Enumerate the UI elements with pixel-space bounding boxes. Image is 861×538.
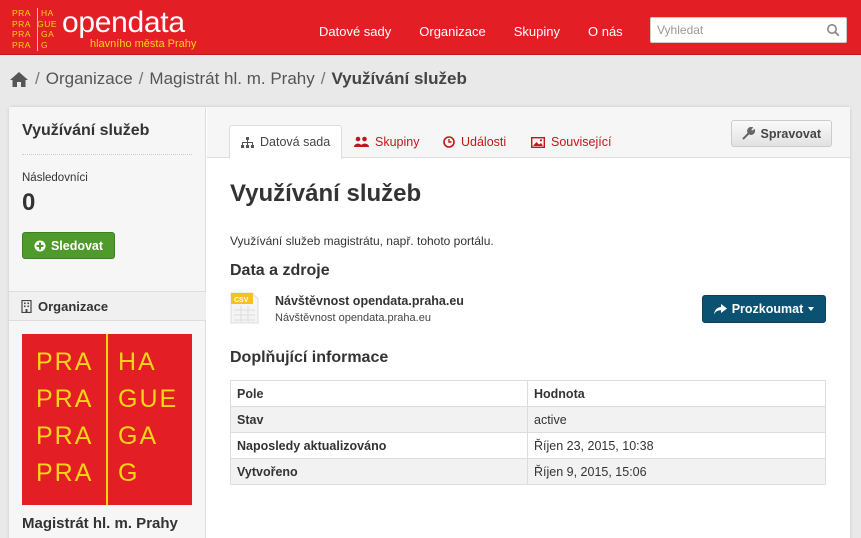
additional-info-heading: Doplňující informace (230, 349, 389, 366)
logo-row: PRA GA (12, 29, 55, 39)
search-box (650, 17, 847, 43)
follow-button[interactable]: Sledovat (22, 232, 115, 259)
site-logo-subtitle: hlavního města Prahy (90, 38, 197, 50)
nav-groups[interactable]: Skupiny (514, 24, 560, 39)
main-panel: Využívání služeb Následovníci 0 Sledovat… (9, 107, 850, 538)
csv-file-icon: CSV (230, 292, 259, 324)
organization-section-label: Organizace (38, 298, 109, 314)
site-logo-text[interactable]: opendata (62, 6, 185, 40)
followers-label: Následovníci (22, 172, 88, 184)
nav-organizations[interactable]: Organizace (419, 24, 485, 39)
plus-circle-icon (34, 240, 46, 251)
tab-label: Související (551, 135, 612, 149)
tab-dataset[interactable]: Datová sada (229, 125, 343, 159)
svg-text:CSV: CSV (234, 297, 249, 304)
wrench-icon (741, 127, 755, 140)
nav-about[interactable]: O nás (588, 24, 623, 39)
dataset-title: Využívání služeb (230, 180, 422, 207)
tab-bar: Datová sada Skupiny Události Související… (207, 107, 850, 159)
table-cell-key: Stav (230, 406, 528, 433)
logo-divider (37, 8, 38, 51)
organization-logo[interactable]: PRA HA PRA GUE PRA GA PRA G (22, 334, 192, 505)
sidebar: Využívání služeb Následovníci 0 Sledovat… (9, 107, 206, 538)
tab-events[interactable]: Události (432, 125, 517, 159)
table-row: Stav active (230, 406, 826, 433)
dataset-content: Využívání služeb Využívání služeb magist… (230, 180, 830, 485)
home-icon[interactable] (9, 71, 29, 88)
explore-button[interactable]: Prozkoumat (702, 295, 826, 323)
breadcrumb-separator: / (320, 69, 326, 88)
table-cell-value: Říjen 23, 2015, 10:38 (527, 432, 826, 459)
org-logo-text: PRA HA PRA GUE PRA GA PRA G (36, 348, 179, 487)
table-row: Vytvořeno Říjen 9, 2015, 15:06 (230, 458, 826, 485)
nav-datasets[interactable]: Datové sady (319, 24, 391, 39)
breadcrumb: / Organizace / Magistrát hl. m. Prahy / … (9, 69, 467, 89)
tab-label: Skupiny (375, 135, 420, 149)
table-row: Naposledy aktualizováno Říjen 23, 2015, … (230, 432, 826, 459)
breadcrumb-separator: / (35, 69, 40, 88)
logo-row: PRA HA (12, 8, 54, 18)
picture-icon (531, 136, 545, 148)
table-header: Pole (230, 380, 528, 407)
resource-item: CSV Návštěvnost opendata.praha.eu Návště… (230, 292, 830, 332)
table-header: Hodnota (527, 380, 826, 407)
table-cell-key: Vytvořeno (230, 458, 528, 485)
main-nav: Datové sady Organizace Skupiny O nás (319, 24, 651, 39)
praha-logo-mark[interactable]: PRA HA PRA GUE PRA GA PRA G (12, 8, 57, 52)
tab-related[interactable]: Související (520, 125, 622, 159)
breadcrumb-current[interactable]: Využívání služeb (331, 69, 466, 89)
breadcrumb-organization[interactable]: Magistrát hl. m. Prahy (149, 69, 314, 89)
additional-info-table: Pole Hodnota Stav active Naposledy aktua… (230, 380, 826, 485)
resource-title[interactable]: Návštěvnost opendata.praha.eu (275, 294, 464, 308)
manage-button[interactable]: Spravovat (730, 120, 832, 147)
resources-heading: Data a zdroje (230, 262, 330, 279)
building-icon (21, 299, 32, 313)
sitemap-icon (241, 136, 254, 148)
logo-row: PRA G (12, 39, 49, 50)
tab-groups[interactable]: Skupiny (343, 125, 430, 159)
clock-icon (443, 136, 455, 148)
table-cell-value: active (527, 406, 826, 433)
explore-label: Prozkoumat (731, 302, 804, 316)
table-cell-value: Říjen 9, 2015, 15:06 (527, 458, 826, 485)
manage-label: Spravovat (760, 126, 821, 141)
dataset-description: Využívání služeb magistrátu, např. tohot… (230, 234, 494, 248)
users-icon (354, 136, 369, 147)
followers-count: 0 (22, 189, 36, 216)
search-input[interactable] (651, 18, 821, 42)
logo-row: PRA GUE (12, 18, 57, 29)
breadcrumb-organizations[interactable]: Organizace (46, 69, 133, 89)
caret-down-icon (808, 307, 815, 311)
organization-section-header: Organizace (9, 291, 206, 321)
top-header: PRA HA PRA GUE PRA GA PRA G opendata hlavníh… (0, 0, 861, 55)
sidebar-title: Využívání služeb (22, 122, 150, 139)
table-header-row: Pole Hodnota (230, 380, 826, 407)
share-arrow-icon (713, 303, 727, 314)
table-cell-key: Naposledy aktualizováno (230, 432, 528, 459)
follow-label: Sledovat (50, 238, 104, 253)
search-icon[interactable] (826, 23, 840, 37)
sidebar-divider (22, 154, 192, 155)
tab-label: Události (461, 135, 507, 149)
resource-description: Návštěvnost opendata.praha.eu (275, 312, 431, 324)
tab-label: Datová sada (260, 135, 331, 149)
organization-name[interactable]: Magistrát hl. m. Prahy (22, 515, 178, 532)
breadcrumb-separator: / (138, 69, 144, 88)
